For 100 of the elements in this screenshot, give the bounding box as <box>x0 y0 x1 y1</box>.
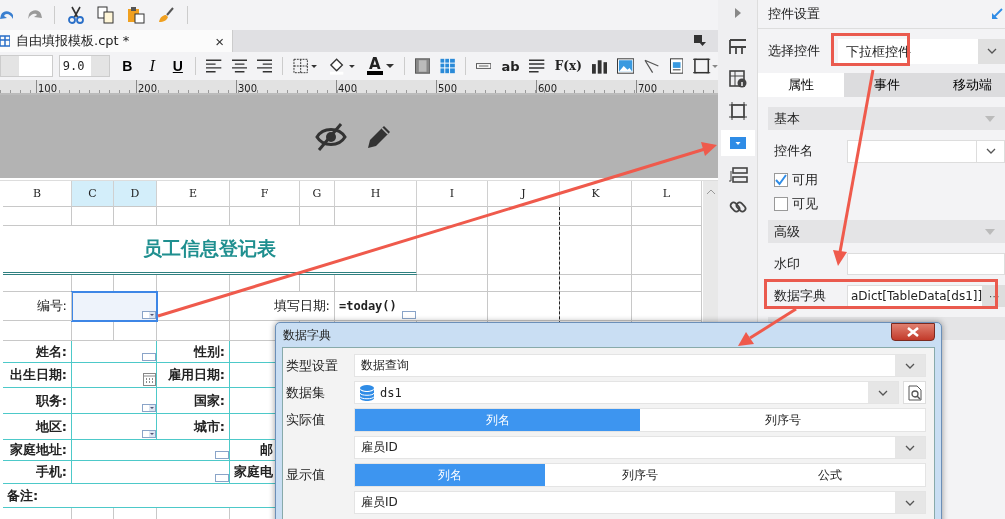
sheet-title: 员工信息登记表 <box>3 226 417 275</box>
copy-icon[interactable] <box>97 6 115 24</box>
table-cell <box>560 207 632 226</box>
chevron-down-icon <box>878 389 888 396</box>
dropdown-marker-icon <box>142 430 156 438</box>
select-field[interactable]: 数据查询 <box>354 354 926 377</box>
table-cell <box>560 226 632 275</box>
image-icon[interactable] <box>617 58 635 74</box>
chevron-down-icon <box>905 499 915 506</box>
bar-chart-icon[interactable] <box>591 58 608 74</box>
frame-icon[interactable] <box>693 57 718 75</box>
database-icon <box>360 384 374 401</box>
panel-tab[interactable]: 属性 <box>758 73 844 97</box>
text-field-icon[interactable] <box>476 62 492 70</box>
column-header[interactable]: D <box>114 181 157 207</box>
report-grid-icon <box>0 35 10 47</box>
field-label: 水印 <box>773 255 801 273</box>
document-tab[interactable]: 自由填报模板.cpt * × <box>0 30 233 52</box>
section-header[interactable]: 高级 <box>768 220 1005 243</box>
dataset-select[interactable]: ds1 <box>354 381 899 404</box>
tab-menu-icon[interactable] <box>694 35 706 47</box>
text-widget-button[interactable]: ab <box>501 58 520 74</box>
chevron-down-icon <box>986 48 997 54</box>
dropdown-widget-icon[interactable] <box>720 130 755 156</box>
paste-icon[interactable] <box>127 6 145 24</box>
table-cell <box>632 275 702 292</box>
close-icon <box>907 327 919 337</box>
ruler-label: 400 <box>337 84 358 94</box>
panel-tab[interactable]: 移动端 <box>929 73 1005 97</box>
section-header[interactable]: 基本 <box>768 107 1005 130</box>
widget-marker-icon <box>215 451 229 459</box>
table-cell <box>417 207 488 226</box>
slash-line-icon[interactable] <box>644 58 660 74</box>
align-icon[interactable] <box>206 59 222 73</box>
column-header[interactable]: H <box>335 181 417 207</box>
paragraph-icon[interactable] <box>529 59 545 73</box>
field-label: 实际值 <box>286 412 325 427</box>
dropdown-marker-icon <box>142 311 156 319</box>
dropdown-marker-icon <box>142 404 156 412</box>
caret-icon <box>985 228 996 235</box>
panel-tab[interactable]: 事件 <box>843 73 930 97</box>
ruler-label: 300 <box>237 84 258 94</box>
scissors-icon[interactable] <box>67 6 85 24</box>
bold-button[interactable]: B <box>119 58 135 74</box>
formula-button[interactable]: F(x) <box>554 59 582 73</box>
align-icon[interactable] <box>231 59 248 73</box>
expand-arrow-icon[interactable] <box>734 8 741 18</box>
table-cell <box>488 292 560 321</box>
document-icon[interactable] <box>669 58 684 74</box>
checkmark-icon <box>775 174 787 186</box>
merge-cells-icon[interactable] <box>414 58 430 74</box>
table-cell <box>632 207 702 226</box>
fill-bucket-icon[interactable] <box>328 57 357 75</box>
caret-icon <box>385 64 394 68</box>
collapse-arrow-icon[interactable] <box>991 8 1004 20</box>
panel-title: 控件设置 <box>768 5 820 23</box>
checkbox[interactable] <box>774 197 788 211</box>
widget-marker-icon <box>402 311 416 319</box>
table-icon[interactable] <box>439 58 456 74</box>
column-header[interactable]: I <box>417 181 488 207</box>
preview-button[interactable] <box>903 381 926 404</box>
close-button[interactable] <box>891 323 935 341</box>
align-icon[interactable] <box>257 59 273 73</box>
table-cell <box>560 275 632 292</box>
table-cell <box>488 275 560 292</box>
field-label: 选择控件 <box>768 42 821 60</box>
selected-cell[interactable] <box>71 291 158 322</box>
underline-button[interactable]: U <box>170 58 186 74</box>
eye-slash-icon[interactable] <box>315 122 347 151</box>
italic-button[interactable]: I <box>144 58 161 74</box>
column-header[interactable]: B <box>3 181 72 207</box>
close-button[interactable]: × <box>207 32 232 50</box>
column-header[interactable]: K <box>560 181 632 207</box>
document-tab-title: 自由填报模板.cpt * <box>16 32 131 50</box>
widget-marker-icon <box>142 353 156 361</box>
font-color-button[interactable]: A <box>366 57 394 75</box>
column-header[interactable]: J <box>488 181 560 207</box>
select-field[interactable]: 雇员ID <box>354 491 926 514</box>
ruler-label: 700 <box>637 84 658 94</box>
select-field[interactable]: 雇员ID <box>354 436 926 459</box>
brush-icon[interactable] <box>157 6 175 24</box>
annotation-arrow <box>738 307 797 346</box>
column-header[interactable]: G <box>300 181 335 207</box>
input-field[interactable]: aDict[TableData[ds1]] <box>847 285 984 307</box>
field-label: 数据集 <box>286 384 325 400</box>
column-header[interactable]: E <box>157 181 230 207</box>
input-field[interactable] <box>847 253 1005 275</box>
column-header[interactable]: L <box>632 181 702 207</box>
field-label: 控件名 <box>773 142 814 160</box>
checkbox[interactable] <box>774 173 788 187</box>
column-header[interactable]: C <box>72 181 114 207</box>
table-cell <box>560 292 632 321</box>
calendar-icon <box>143 372 156 386</box>
chevron-down-icon <box>905 362 915 369</box>
border-icon[interactable] <box>293 58 319 74</box>
column-header[interactable]: F <box>230 181 300 207</box>
widget-marker-icon <box>215 474 229 482</box>
table-cell <box>632 226 702 275</box>
font-size-select[interactable]: 9.0 <box>58 55 110 77</box>
table-cell <box>488 207 560 226</box>
